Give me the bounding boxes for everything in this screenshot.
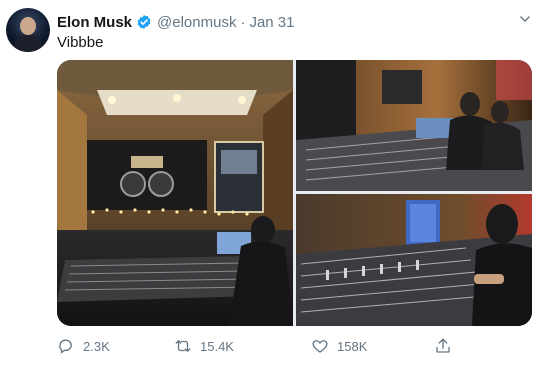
studio-room-image [57,60,293,326]
avatar[interactable] [6,8,50,52]
console-closeup-image [296,194,532,326]
verified-badge-icon [137,15,151,29]
header-separator: · [240,13,246,31]
reply-button[interactable]: 2.3K [57,335,110,357]
console-engineers-image [296,60,532,191]
like-button[interactable]: 158K [311,335,367,357]
retweet-icon [175,340,191,352]
author-name[interactable]: Elon Musk [57,14,132,31]
author-handle[interactable]: @elonmusk [157,14,236,31]
reply-count: 2.3K [83,338,110,354]
avatar-body [13,35,43,52]
share-button[interactable] [434,335,452,357]
photo-studio-control-room[interactable] [57,60,293,326]
share-icon [436,338,450,353]
photo-mixing-console-engineers[interactable] [296,60,532,191]
like-count: 158K [337,338,368,354]
avatar-face [20,17,36,35]
chevron-down-icon[interactable] [518,12,532,26]
retweet-button[interactable]: 15.4K [174,335,234,357]
like-icon [312,340,328,353]
reply-icon [59,339,72,354]
media-grid [57,60,532,326]
photo-mixing-console-closeup[interactable] [296,194,532,326]
tweet-actions: 2.3K 15.4K 158K [57,335,517,359]
tweet-card[interactable]: Elon Musk @elonmusk · Jan 31 Vibbbe 2.3K… [0,0,550,368]
tweet-date[interactable]: Jan 31 [249,14,294,31]
tweet-header: Elon Musk @elonmusk · Jan 31 [57,12,295,32]
tweet-text: Vibbbe [57,34,104,51]
retweet-count: 15.4K [200,338,234,354]
